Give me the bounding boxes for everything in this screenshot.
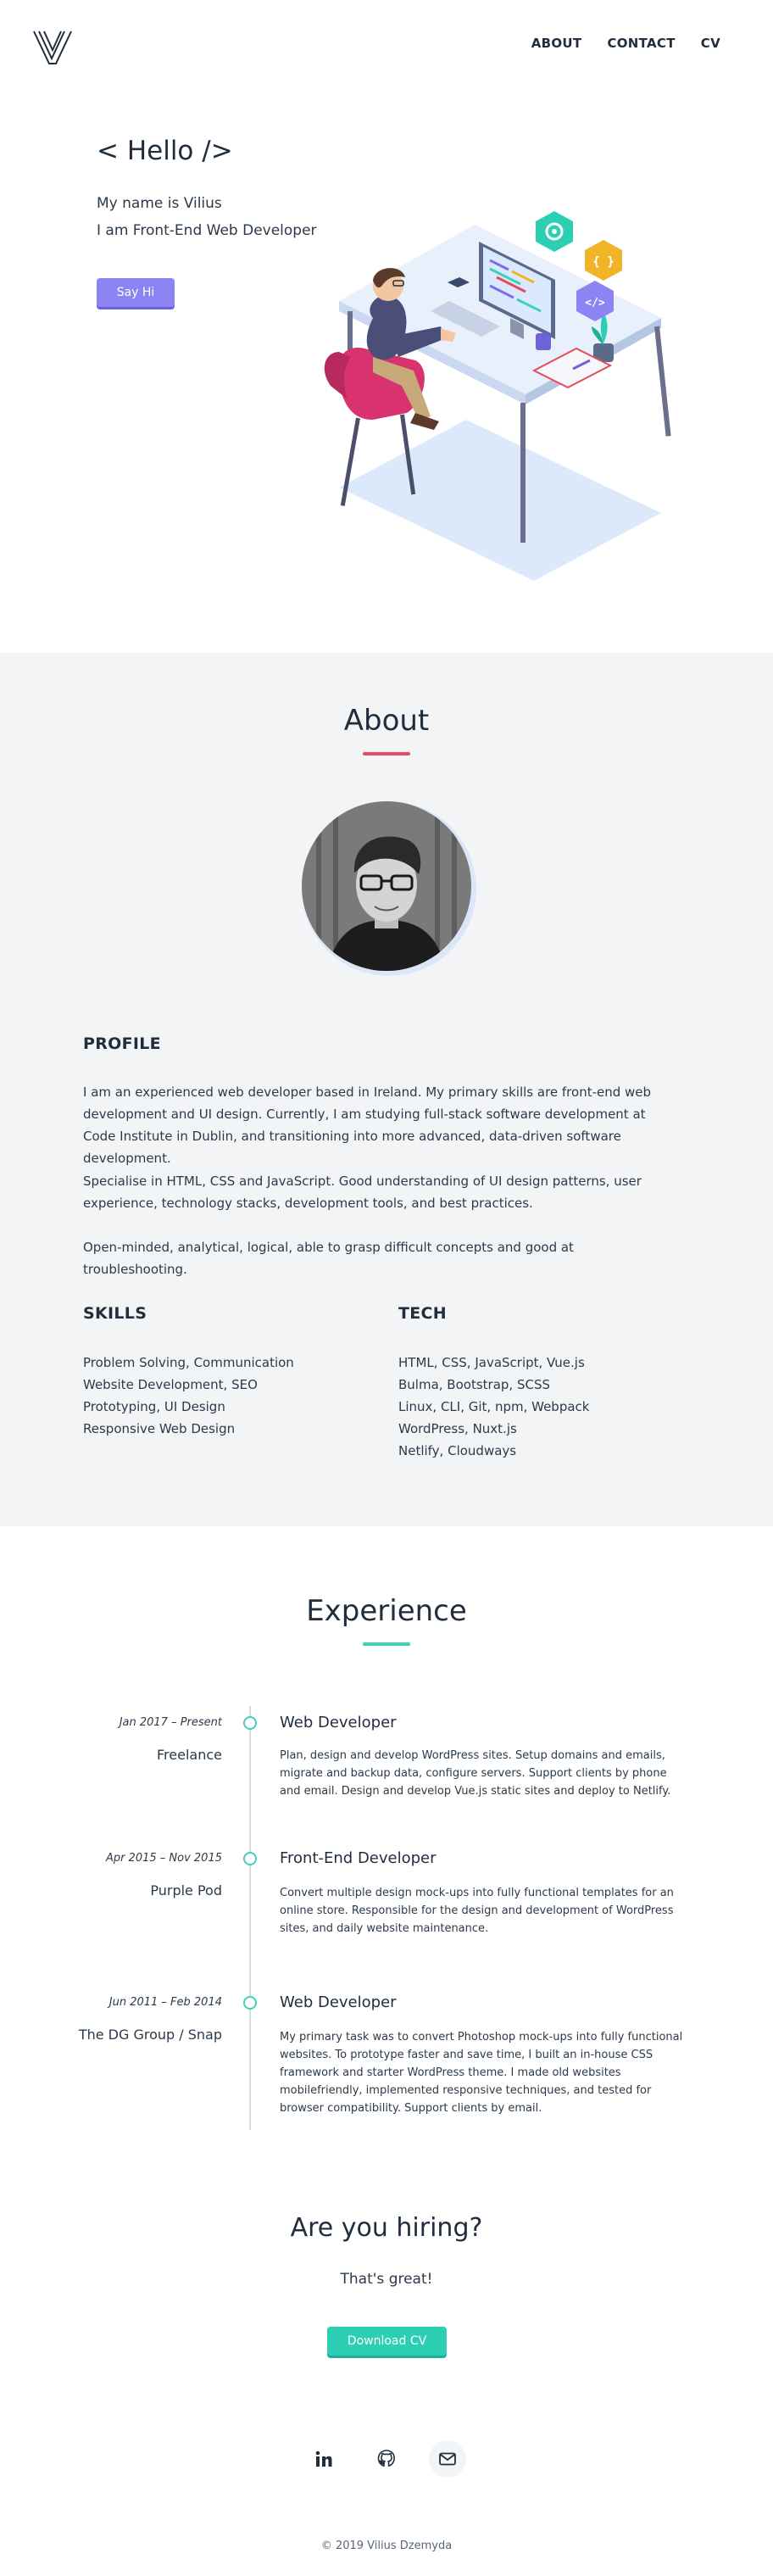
about-title-underline: [363, 752, 410, 756]
tech-item: Netlify, Cloudways: [398, 1443, 517, 1458]
timeline-date: Jan 2017 – Present: [119, 1716, 222, 1729]
hiring-title: Are you hiring?: [290, 2213, 483, 2243]
skill-item: Responsive Web Design: [83, 1421, 236, 1436]
avatar-frame: [302, 801, 476, 976]
timeline-dot: [243, 1716, 257, 1730]
v-logo-icon: [33, 31, 72, 64]
timeline-description: My primary task was to convert Photoshop…: [280, 2031, 683, 2115]
profile-paragraph: I am an experienced web developer based …: [83, 1084, 652, 1166]
skills-heading: SKILLS: [83, 1304, 147, 1323]
profile-heading: PROFILE: [83, 1034, 161, 1053]
timeline-description: Plan, design and develop WordPress sites…: [280, 1749, 671, 1798]
linkedin-link[interactable]: [305, 2440, 342, 2478]
hiring-subtitle: That's great!: [340, 2271, 433, 2288]
developer-at-desk-illustration: { } </>: [324, 211, 671, 581]
tech-item: Bulma, Bootstrap, SCSS: [398, 1377, 550, 1392]
skills-list: Problem Solving, Communication Website D…: [83, 1352, 294, 1440]
skill-item: Problem Solving, Communication: [83, 1355, 294, 1370]
email-link[interactable]: [429, 2440, 466, 2478]
timeline-company: The DG Group / Snap: [78, 2027, 222, 2043]
tech-item: Linux, CLI, Git, npm, Webpack: [398, 1399, 590, 1414]
profile-paragraph: Specialise in HTML, CSS and JavaScript. …: [83, 1174, 642, 1211]
avatar: [302, 801, 471, 971]
svg-text:{ }: { }: [592, 255, 614, 269]
nav-contact[interactable]: CONTACT: [607, 36, 675, 51]
experience-title-underline: [363, 1642, 410, 1646]
skill-item: Prototyping, UI Design: [83, 1399, 225, 1414]
github-link[interactable]: [368, 2440, 405, 2478]
timeline-date: Jun 2011 – Feb 2014: [108, 1996, 222, 2009]
tech-list: HTML, CSS, JavaScript, Vue.js Bulma, Boo…: [398, 1352, 589, 1462]
timeline-role: Web Developer: [280, 1714, 397, 1731]
nav-cv[interactable]: CV: [701, 36, 720, 51]
tech-item: HTML, CSS, JavaScript, Vue.js: [398, 1355, 585, 1370]
github-icon: [377, 2450, 395, 2467]
nav-about[interactable]: ABOUT: [531, 36, 582, 51]
timeline-line: [249, 1706, 251, 2130]
hero-role-line: I am Front-End Web Developer: [97, 222, 317, 239]
email-icon: [439, 2452, 456, 2466]
svg-text:</>: </>: [585, 297, 605, 309]
timeline-dot: [243, 1996, 257, 2010]
linkedin-icon: [315, 2451, 332, 2467]
about-title: About: [343, 704, 430, 738]
timeline-date: Apr 2015 – Nov 2015: [105, 1852, 222, 1865]
avatar-photo: [302, 801, 471, 971]
about-section: About PROFILE I am an experienced web de…: [0, 653, 773, 1526]
timeline-description: Convert multiple design mock-ups into fu…: [280, 1887, 674, 1935]
hero-name-line: My name is Vilius: [97, 195, 222, 212]
tech-heading: TECH: [398, 1304, 447, 1323]
timeline-company: Freelance: [157, 1747, 222, 1763]
timeline-role: Front-End Developer: [280, 1849, 437, 1867]
skill-item: Website Development, SEO: [83, 1377, 258, 1392]
timeline-role: Web Developer: [280, 1993, 397, 2011]
experience-title: Experience: [306, 1594, 467, 1628]
hero-title: < Hello />: [97, 136, 233, 166]
download-cv-button[interactable]: Download CV: [327, 2327, 447, 2356]
timeline-dot: [243, 1852, 257, 1865]
logo-link[interactable]: [32, 30, 73, 65]
tech-item: WordPress, Nuxt.js: [398, 1421, 517, 1436]
timeline-company: Purple Pod: [150, 1882, 222, 1899]
say-hi-button[interactable]: Say Hi: [97, 278, 175, 307]
main-nav: ABOUT CONTACT CV: [531, 36, 720, 51]
copyright-text: © 2019 Vilius Dzemyda: [320, 2540, 453, 2552]
profile-paragraph: Open-minded, analytical, logical, able t…: [83, 1240, 574, 1277]
